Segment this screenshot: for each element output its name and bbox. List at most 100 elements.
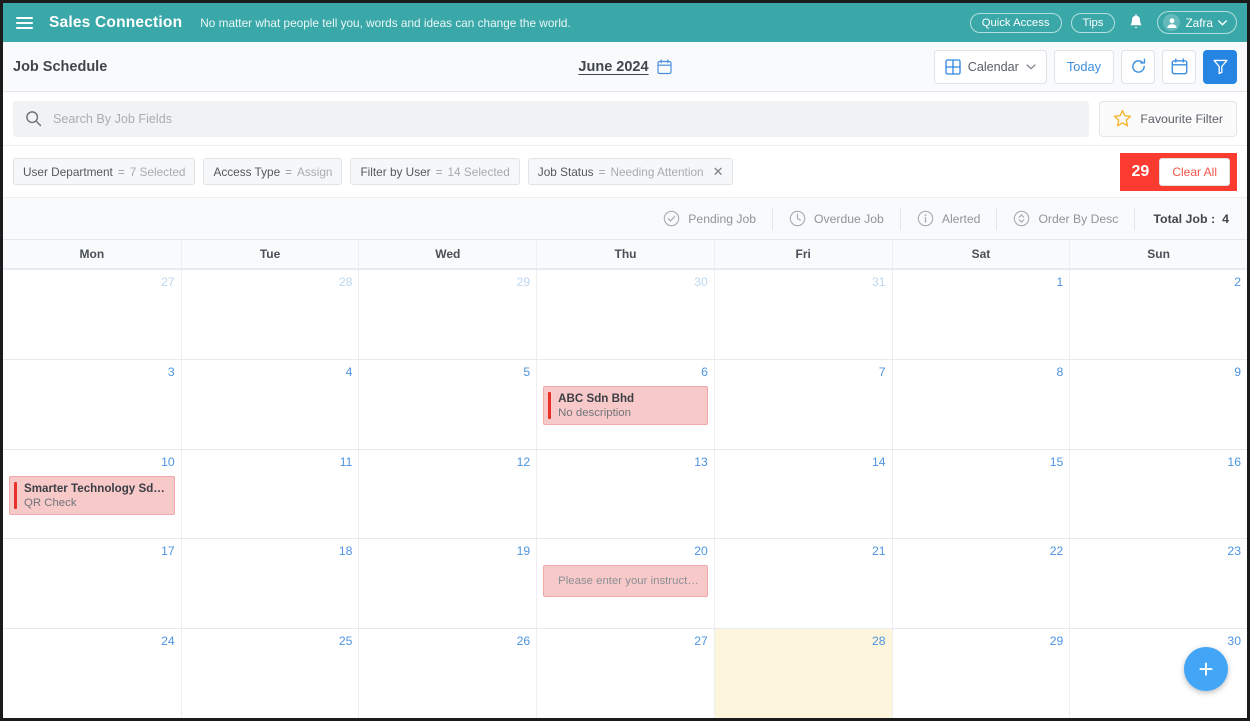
calendar-day-cell[interactable]: 12 xyxy=(358,449,536,539)
calendar-day-cell[interactable]: 18 xyxy=(180,539,359,629)
calendar-day-cell[interactable]: 11 xyxy=(180,449,359,539)
stat-alerted[interactable]: Alerted xyxy=(899,207,997,230)
calendar-day-cell[interactable]: 13 xyxy=(536,449,714,539)
calendar-day-cell[interactable]: 8 xyxy=(891,359,1070,449)
clear-all-button[interactable]: Clear All xyxy=(1159,157,1230,186)
hamburger-menu-icon[interactable] xyxy=(11,10,37,36)
clear-all-annotation: 29 Clear All xyxy=(1119,152,1237,191)
event-title: Smarter Technology Sdn Bh... xyxy=(24,481,168,495)
calendar-event-list: Smarter Technology Sdn Bh...QR Check xyxy=(9,475,175,515)
user-menu[interactable]: Zafra xyxy=(1157,11,1237,34)
calendar-day-cell[interactable]: 30 xyxy=(536,270,714,359)
calendar-day-number: 6 xyxy=(701,364,708,379)
calendar-day-number: 17 xyxy=(161,544,175,559)
app-window: Sales Connection No matter what people t… xyxy=(0,0,1250,721)
view-mode-dropdown[interactable]: Calendar xyxy=(933,49,1047,84)
calendar-day-cell[interactable]: 24 xyxy=(3,629,181,718)
calendar-day-cell[interactable]: 3 xyxy=(3,360,181,449)
calendar-view: Mon Tue Wed Thu Fri Sat Sun 27 28 29 30 31 1 2 3 4 5 6 AB… xyxy=(3,240,1247,718)
calendar-day-cell[interactable]: 19 xyxy=(358,539,536,629)
calendar-day-cell[interactable]: 17 xyxy=(3,539,181,628)
calendar-day-number: 16 xyxy=(1227,454,1241,469)
user-name-label: Zafra xyxy=(1185,15,1213,30)
event-description: No description xyxy=(558,406,631,419)
calendar-day-number: 12 xyxy=(516,454,531,469)
chevron-down-icon xyxy=(1218,19,1227,26)
quick-access-button[interactable]: Quick Access xyxy=(969,12,1062,33)
calendar-day-cell[interactable]: 15 xyxy=(891,449,1070,539)
filter-chip-value: 7 Selected xyxy=(129,164,186,179)
calendar-day-cell[interactable]: 20 Please enter your instruction... xyxy=(536,539,714,629)
filter-chip[interactable]: Job Status = Needing Attention ✕ xyxy=(527,158,734,185)
date-picker-button[interactable] xyxy=(1162,49,1196,84)
calendar-day-number: 27 xyxy=(694,634,708,649)
star-icon xyxy=(1114,109,1132,127)
total-job-value: 4 xyxy=(1222,211,1229,226)
calendar-day-cell[interactable]: 10 Smarter Technology Sdn Bh...QR Check xyxy=(3,450,181,539)
calendar-day-cell[interactable]: 7 xyxy=(713,359,892,449)
calendar-day-cell[interactable]: 1 xyxy=(891,270,1070,359)
favourite-filter-label: Favourite Filter xyxy=(1140,111,1223,126)
tips-button[interactable]: Tips xyxy=(1070,12,1116,33)
filter-chip[interactable]: User Department = 7 Selected xyxy=(13,158,196,185)
calendar-day-number: 29 xyxy=(1049,634,1064,649)
calendar-day-number: 30 xyxy=(694,275,708,289)
current-month-label[interactable]: June 2024 xyxy=(578,59,648,75)
calendar-day-cell[interactable]: 31 xyxy=(713,270,892,359)
calendar-day-number: 9 xyxy=(1234,364,1241,379)
calendar-day-cell[interactable]: 6 ABC Sdn Bhd No description xyxy=(536,359,714,449)
search-input[interactable]: Search By Job Fields xyxy=(13,100,1090,137)
stat-order-by-desc[interactable]: Order By Desc xyxy=(996,207,1134,230)
calendar-picker-icon[interactable] xyxy=(656,58,672,75)
calendar-day-cell[interactable]: 2 xyxy=(1069,270,1247,359)
calendar-grid: 27 28 29 30 31 1 2 3 4 5 6 ABC Sdn Bhd No descriptio… xyxy=(3,270,1247,718)
header-actions: Calendar Today xyxy=(933,49,1237,84)
calendar-day-cell[interactable]: 23 xyxy=(1069,539,1247,629)
calendar-week-row: 17 18 19 20 Please enter your instruction...… xyxy=(3,539,1247,630)
calendar-day-cell[interactable]: 5 xyxy=(358,359,536,449)
today-button[interactable]: Today xyxy=(1053,49,1114,84)
calendar-day-number: 29 xyxy=(516,275,531,289)
calendar-day-cell[interactable]: 26 xyxy=(358,629,536,718)
calendar-day-cell[interactable]: 4 xyxy=(180,359,359,449)
calendar-day-cell[interactable]: 9 xyxy=(1069,359,1247,449)
calendar-week-row: 10 Smarter Technology Sdn Bh...QR Check 11… xyxy=(3,449,1247,540)
stat-pending-job[interactable]: Pending Job xyxy=(647,208,772,230)
calendar-day-cell[interactable]: 28 xyxy=(713,629,892,718)
filter-toggle-button[interactable] xyxy=(1203,49,1237,84)
filter-chip-equals: = xyxy=(435,164,443,179)
favourite-filter-button[interactable]: Favourite Filter xyxy=(1099,100,1237,137)
page-header: Job Schedule June 2024 Calendar Today xyxy=(3,42,1247,92)
calendar-day-cell[interactable]: 29 xyxy=(891,629,1070,718)
calendar-event-card[interactable]: Please enter your instruction... xyxy=(543,565,708,598)
active-filters-row: User Department = 7 Selected Access Type = As… xyxy=(3,146,1247,198)
calendar-day-number: 20 xyxy=(694,544,708,559)
filter-chip-remove-icon[interactable]: ✕ xyxy=(713,164,724,180)
stat-overdue-job[interactable]: Overdue Job xyxy=(772,207,900,230)
calendar-day-number: 2 xyxy=(1234,275,1241,289)
event-text: ABC Sdn Bhd No description xyxy=(558,392,634,419)
calendar-day-cell[interactable]: 28 xyxy=(180,270,359,359)
calendar-day-cell[interactable]: 25 xyxy=(180,629,359,718)
calendar-event-card[interactable]: Smarter Technology Sdn Bh...QR Check xyxy=(9,475,175,515)
filter-chip[interactable]: Filter by User = 14 Selected xyxy=(350,158,520,185)
calendar-day-number: 3 xyxy=(167,364,175,379)
add-job-fab[interactable]: + xyxy=(1184,647,1228,691)
grid-view-icon xyxy=(945,58,961,75)
filter-chip-value: 14 Selected xyxy=(447,164,510,179)
calendar-day-cell[interactable]: 14 xyxy=(713,449,892,539)
calendar-day-cell[interactable]: 29 xyxy=(358,270,536,359)
event-status-bar xyxy=(14,481,17,509)
month-selector[interactable]: June 2024 xyxy=(525,59,725,75)
notification-bell-icon[interactable] xyxy=(1124,11,1148,35)
calendar-day-cell[interactable]: 21 xyxy=(713,539,892,629)
calendar-day-cell[interactable]: 16 xyxy=(1069,449,1247,539)
calendar-day-cell[interactable]: 27 xyxy=(3,270,181,359)
calendar-day-number: 14 xyxy=(872,454,886,469)
calendar-day-cell[interactable]: 27 xyxy=(536,629,714,718)
calendar-event-card[interactable]: ABC Sdn Bhd No description xyxy=(543,385,708,425)
filter-chip[interactable]: Access Type = Assign xyxy=(203,158,343,185)
refresh-button[interactable] xyxy=(1121,49,1155,84)
filter-chip-equals: = xyxy=(117,164,125,179)
calendar-day-cell[interactable]: 22 xyxy=(891,539,1070,629)
